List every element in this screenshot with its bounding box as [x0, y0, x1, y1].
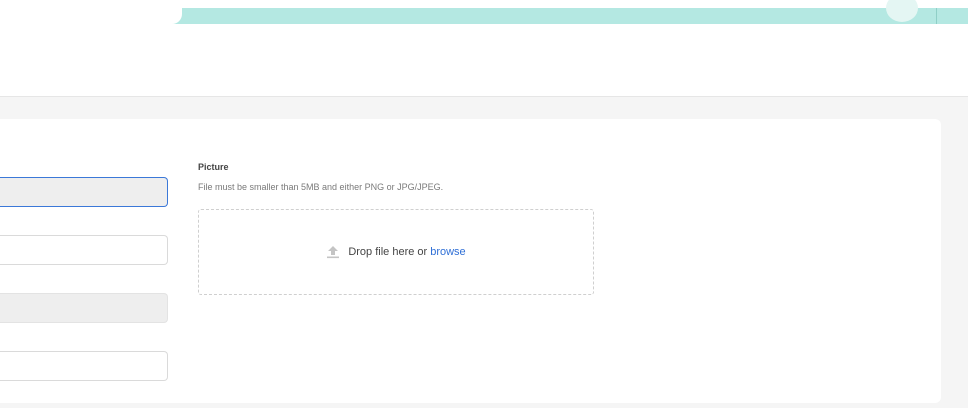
text-field-1[interactable] — [0, 177, 168, 207]
text-field-4[interactable] — [0, 351, 168, 381]
avatar[interactable] — [886, 0, 918, 22]
drop-instruction: Drop file here or — [348, 246, 428, 258]
picture-label: Picture — [198, 162, 229, 172]
text-field-2[interactable] — [0, 235, 168, 265]
dropzone-content: Drop file here or browse — [326, 245, 466, 259]
picture-hint: File must be smaller than 5MB and either… — [198, 182, 444, 192]
upload-icon — [326, 245, 340, 259]
file-dropzone[interactable]: Drop file here or browse — [198, 209, 594, 295]
top-navigation-strip — [8, 0, 968, 24]
top-nav-tab[interactable] — [8, 8, 182, 24]
text-field-3 — [0, 293, 168, 323]
page-header — [0, 24, 968, 97]
top-nav-divider — [936, 8, 937, 24]
browse-link[interactable]: browse — [430, 246, 465, 258]
top-bar — [0, 0, 968, 24]
